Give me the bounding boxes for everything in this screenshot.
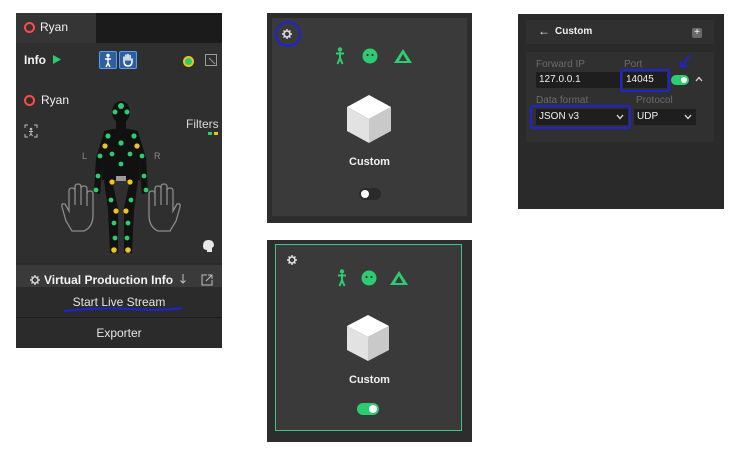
left-hand-label: L bbox=[82, 151, 88, 161]
download-icon[interactable] bbox=[179, 274, 187, 285]
vp-info-label[interactable]: Virtual Production Info bbox=[44, 273, 173, 287]
actor-record-icon bbox=[24, 95, 35, 106]
face-icon bbox=[361, 270, 377, 286]
prop-icon bbox=[390, 271, 408, 285]
head-icon[interactable] bbox=[201, 239, 215, 253]
body-marker-figure[interactable] bbox=[56, 98, 186, 258]
mocap-sidebar-panel: Ryan Info Ryan Filters L R Virtual Produ… bbox=[16, 13, 222, 348]
cube-icon bbox=[347, 315, 389, 361]
back-arrow-icon[interactable]: ← bbox=[538, 24, 550, 38]
tab-actor[interactable]: Ryan bbox=[16, 13, 96, 43]
protocol-value: UDP bbox=[637, 111, 659, 122]
tab-actor-label: Ryan bbox=[40, 20, 69, 34]
filter-indicator-yellow bbox=[214, 132, 218, 135]
protocol-select[interactable]: UDP bbox=[634, 109, 696, 125]
stream-card-top[interactable]: Custom bbox=[267, 13, 472, 223]
settings-circle-annotation bbox=[275, 21, 301, 47]
filter-indicator-green bbox=[208, 132, 212, 135]
tracking-icon[interactable] bbox=[24, 124, 38, 138]
record-dot-icon[interactable] bbox=[183, 56, 194, 67]
hand-icon[interactable] bbox=[119, 51, 137, 69]
custom-title: Custom bbox=[555, 26, 593, 37]
body-small-icon bbox=[336, 47, 344, 65]
protocol-label: Protocol bbox=[636, 95, 673, 106]
settings-icon[interactable] bbox=[30, 275, 40, 285]
port-annotation bbox=[620, 69, 670, 92]
info-label: Info bbox=[24, 53, 46, 67]
tab-bar: Ryan bbox=[16, 13, 222, 43]
actor-view: Info Ryan Filters L R bbox=[16, 43, 222, 263]
check-mark-annotation bbox=[679, 55, 690, 68]
prop-icon bbox=[394, 49, 412, 63]
chevron-up-icon[interactable] bbox=[695, 76, 703, 82]
cube-icon bbox=[347, 95, 391, 143]
port-toggle-on[interactable] bbox=[671, 75, 689, 85]
exporter-button[interactable]: Exporter bbox=[16, 318, 222, 348]
record-icon bbox=[24, 22, 35, 33]
filters-label[interactable]: Filters bbox=[186, 117, 219, 131]
underline-annotation bbox=[63, 307, 183, 312]
settings-icon[interactable] bbox=[287, 255, 297, 265]
body-icon[interactable] bbox=[99, 51, 117, 69]
stream-toggle-on[interactable] bbox=[357, 403, 379, 415]
right-hand-label: R bbox=[154, 151, 161, 161]
body-small-icon bbox=[338, 269, 346, 287]
stream-toggle-off[interactable] bbox=[359, 188, 381, 200]
add-icon[interactable]: + bbox=[692, 28, 702, 38]
custom-label: Custom bbox=[349, 374, 390, 386]
play-icon[interactable] bbox=[53, 55, 61, 64]
external-link-icon[interactable] bbox=[201, 274, 213, 286]
left-hand-outline[interactable] bbox=[56, 183, 102, 233]
expand-icon[interactable] bbox=[205, 54, 217, 66]
forward-ip-label: Forward IP bbox=[536, 59, 585, 70]
stream-card-bottom[interactable]: Custom bbox=[267, 240, 472, 442]
custom-label: Custom bbox=[349, 156, 390, 168]
right-hand-outline[interactable] bbox=[140, 183, 186, 233]
chevron-down-icon bbox=[684, 114, 692, 120]
custom-settings-panel: ← Custom + Forward IP Port 127.0.0.1 140… bbox=[518, 14, 724, 209]
face-icon bbox=[362, 48, 378, 64]
data-format-annotation bbox=[530, 105, 631, 129]
forward-ip-input[interactable]: 127.0.0.1 bbox=[536, 72, 620, 88]
